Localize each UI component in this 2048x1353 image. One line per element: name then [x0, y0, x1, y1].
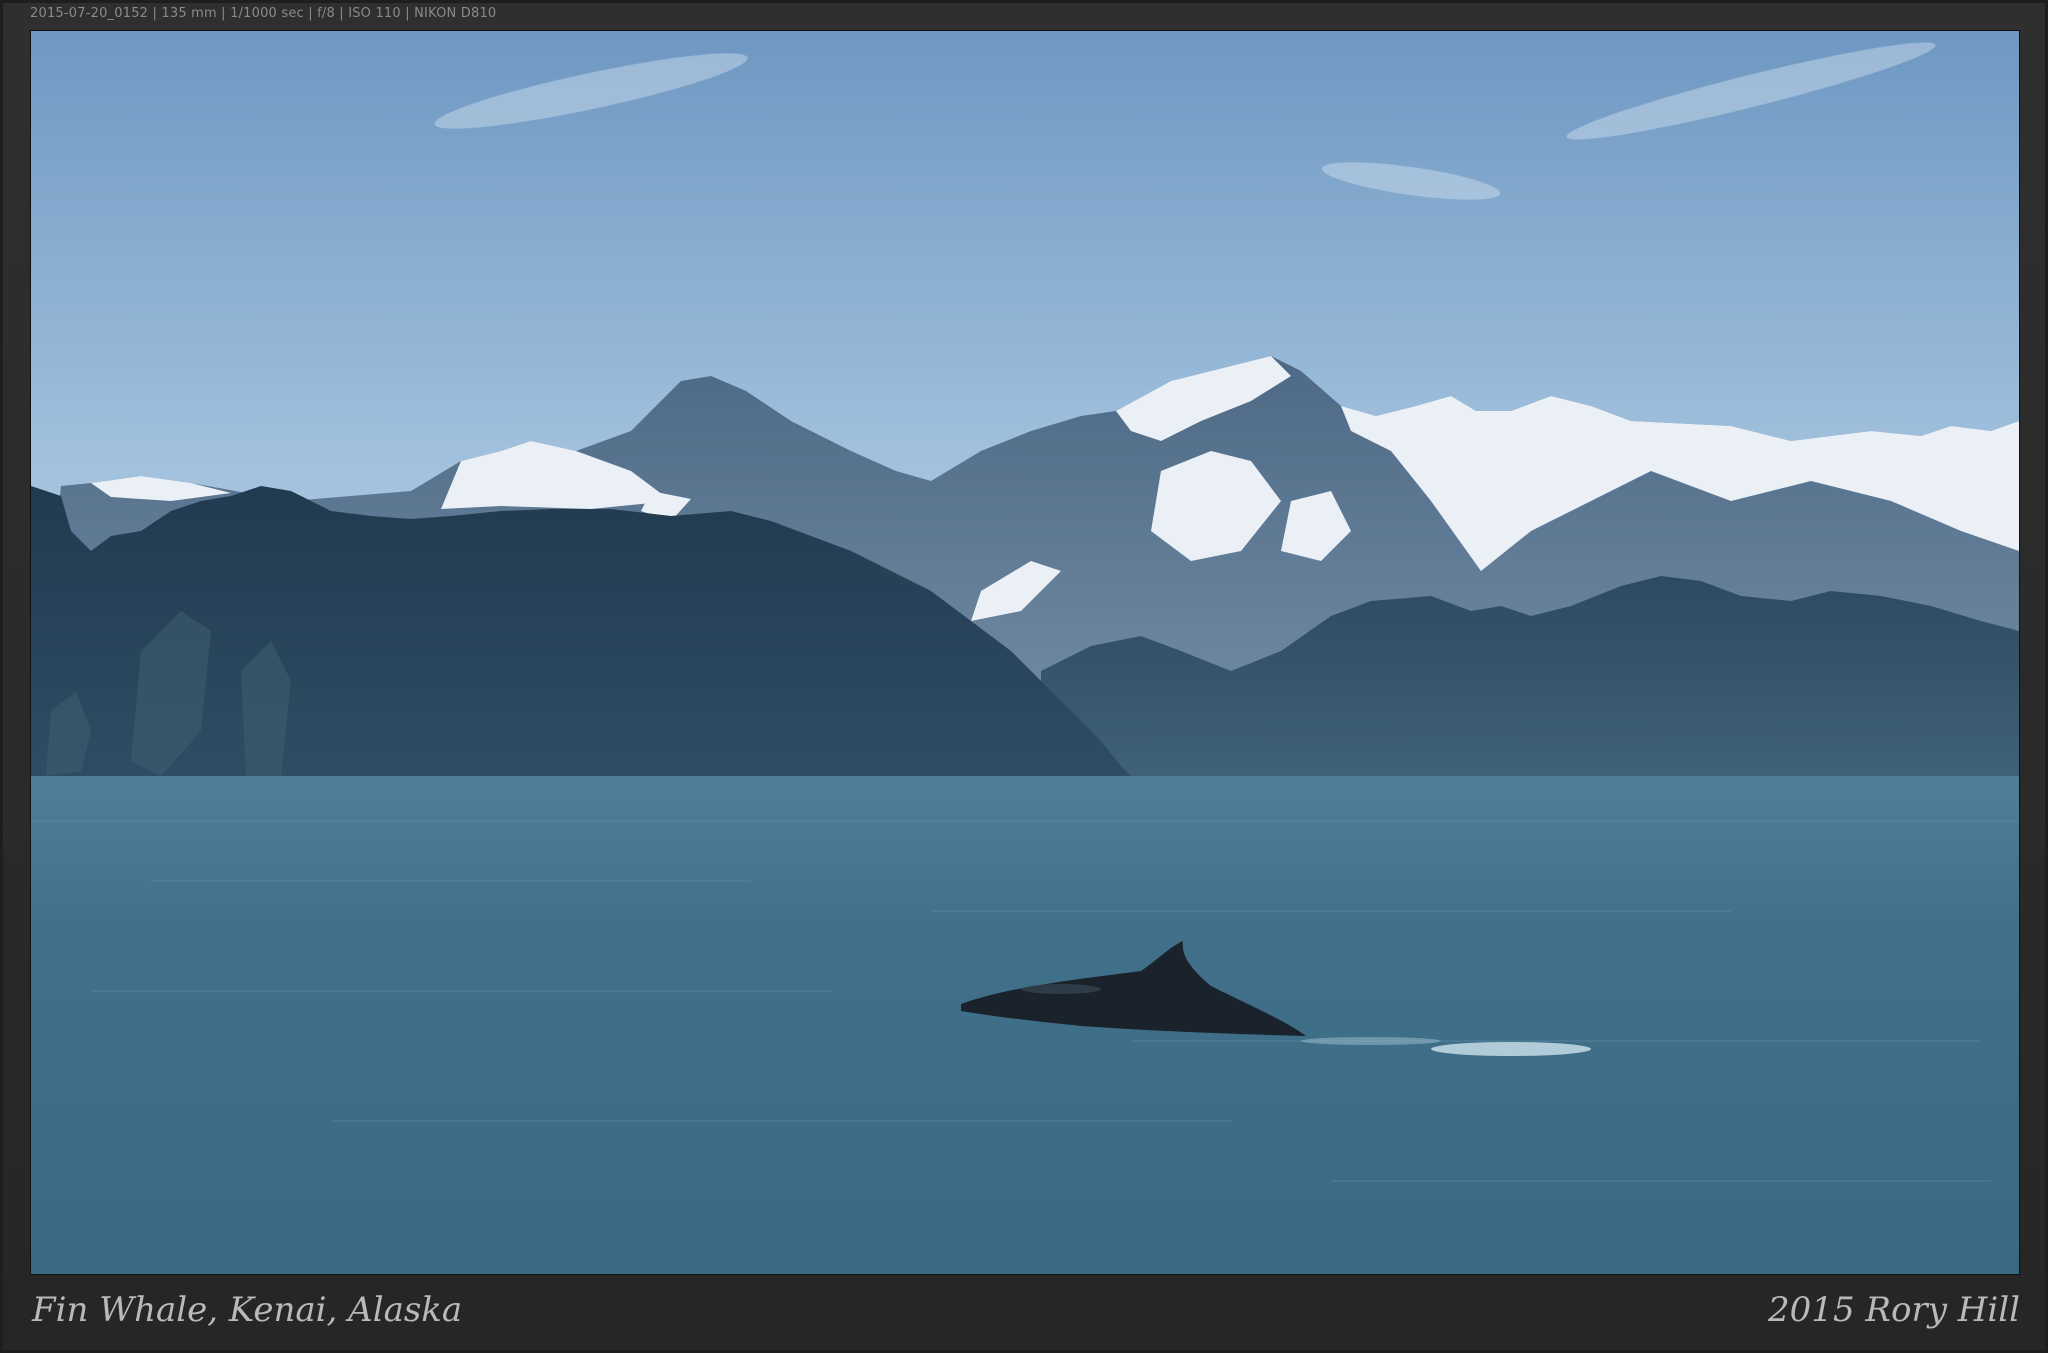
exif-info: 2015-07-20_0152 | 135 mm | 1/1000 sec | …	[30, 6, 497, 21]
photo-caption: Fin Whale, Kenai, Alaska	[32, 1290, 463, 1330]
photo	[30, 30, 2020, 1275]
water	[31, 776, 2019, 1274]
photo-scene	[31, 31, 2019, 1274]
photo-credit: 2015 Rory Hill	[1768, 1290, 2020, 1330]
photo-frame: 2015-07-20_0152 | 135 mm | 1/1000 sec | …	[0, 0, 2048, 1353]
